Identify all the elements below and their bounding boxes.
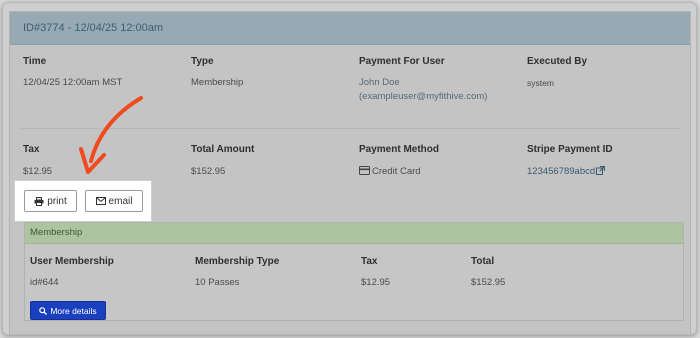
cell-user-membership: id#644: [30, 277, 59, 288]
col-tax: Tax: [361, 256, 378, 267]
membership-header: Membership: [25, 223, 683, 244]
payment-user-email[interactable]: (exampleuser@myfithive.com): [359, 90, 487, 103]
payment-user-name[interactable]: John Doe: [359, 76, 400, 89]
search-icon: [39, 306, 48, 315]
more-details-label: More details: [50, 305, 97, 316]
executed-by-label: Executed By: [527, 56, 588, 67]
transaction-title: ID#3774 - 12/04/25 12:00am: [23, 22, 164, 34]
time-label: Time: [23, 56, 47, 67]
type-label: Type: [191, 56, 214, 67]
col-total: Total: [471, 256, 495, 267]
payment-method-label: Payment Method: [359, 144, 440, 155]
membership-panel: Membership User Membership Membership Ty…: [24, 222, 684, 321]
membership-title: Membership: [30, 227, 83, 238]
payment-method-value: Credit Card: [372, 166, 421, 177]
screenshot-frame: ID#3774 - 12/04/25 12:00am Time 12/04/25…: [2, 2, 697, 335]
executed-by-value: system: [527, 78, 554, 88]
stripe-payment-id-value[interactable]: 123456789abcd: [527, 166, 595, 177]
stripe-payment-id-label: Stripe Payment ID: [527, 144, 613, 155]
time-value: 12/04/25 12:00am MST: [23, 77, 123, 88]
tax-value: $12.95: [23, 166, 53, 177]
payment-for-user-label: Payment For User: [359, 56, 445, 67]
credit-card-icon: [359, 166, 370, 175]
payment-method: Credit Card: [359, 165, 421, 178]
cell-membership-type: 10 Passes: [195, 277, 240, 288]
annotation-arrow: [79, 96, 143, 174]
email-label: email: [108, 195, 133, 207]
envelope-icon: [95, 197, 106, 205]
col-user-membership: User Membership: [30, 256, 114, 267]
stripe-payment-link[interactable]: 123456789abcd: [527, 165, 606, 178]
more-details-button[interactable]: More details: [30, 301, 106, 320]
panel-header: ID#3774 - 12/04/25 12:00am: [10, 12, 690, 45]
total-amount-label: Total Amount: [191, 144, 255, 155]
cell-total: $152.95: [471, 277, 506, 288]
col-membership-type: Membership Type: [195, 256, 280, 267]
print-label: print: [47, 195, 67, 207]
actions-highlight: print email: [14, 180, 152, 222]
external-link-icon[interactable]: [596, 166, 606, 175]
total-amount-value: $152.95: [191, 166, 226, 177]
printer-icon: [34, 196, 44, 206]
type-value: Membership: [191, 77, 244, 88]
print-button[interactable]: print: [24, 190, 77, 212]
email-button[interactable]: email: [85, 190, 143, 212]
tax-label: Tax: [23, 144, 40, 155]
cell-tax: $12.95: [361, 277, 391, 288]
